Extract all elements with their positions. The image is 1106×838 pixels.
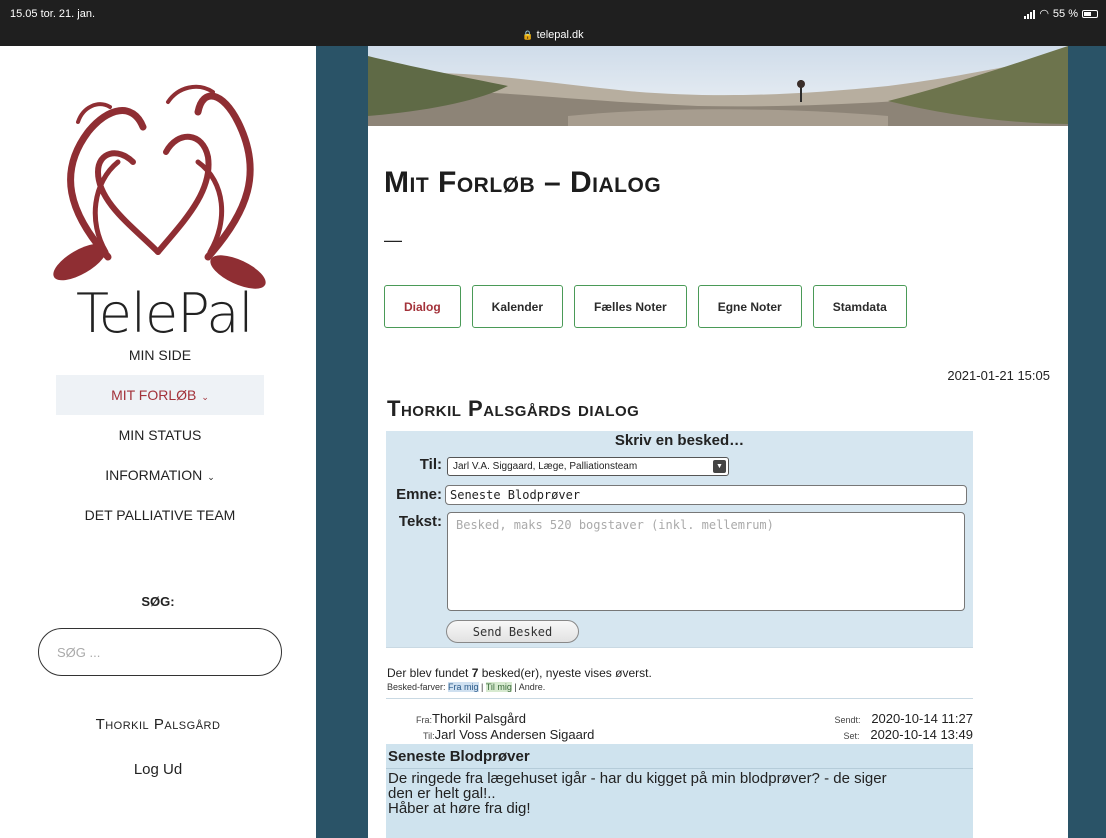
status-indicators: ◠ 55 % xyxy=(1024,7,1098,20)
tekst-label: Tekst: xyxy=(398,513,442,530)
message-item: Seneste Blodprøver De ringede fra lægehu… xyxy=(386,744,973,838)
from-value: Thorkil Palsgård xyxy=(432,711,526,726)
message-divider xyxy=(386,768,973,769)
message-from: Fra:Thorkil Palsgård xyxy=(416,711,526,726)
nav-min-status[interactable]: MIN STATUS xyxy=(56,415,264,455)
address-bar[interactable]: 🔒 telepal.dk xyxy=(0,29,1106,41)
colors-prefix: Besked-farver: xyxy=(387,682,449,692)
tab-bar: Dialog Kalender Fælles Noter Egne Noter … xyxy=(384,285,907,328)
search-label: SØG: xyxy=(141,594,175,609)
sent-value: 2020-10-14 11:27 xyxy=(871,711,973,726)
message-subject: Seneste Blodprøver xyxy=(388,748,530,765)
nav-information[interactable]: INFORMATION ⌄ xyxy=(56,455,264,495)
nav-min-side[interactable]: MIN SIDE xyxy=(56,335,264,375)
tab-kalender[interactable]: Kalender xyxy=(471,285,564,328)
main-nav: MIN SIDE MIT FORLØB ⌄ MIN STATUS INFORMAT… xyxy=(0,335,316,535)
message-seen: Set: 2020-10-14 13:49 xyxy=(843,727,973,742)
subject-input[interactable] xyxy=(445,485,967,505)
recipient-value: Jarl V.A. Siggaard, Læge, Palliationstea… xyxy=(453,461,638,472)
status-time: 15.05 tor. 21. jan. xyxy=(10,8,96,20)
message-sent: Sendt: 2020-10-14 11:27 xyxy=(834,711,973,726)
colors-others: | Andre. xyxy=(511,682,546,692)
message-meta: Fra:Thorkil Palsgård Til:Jarl Voss Ander… xyxy=(386,711,973,743)
title-dash: — xyxy=(384,230,402,250)
from-label: Fra: xyxy=(416,715,433,725)
header-banner-image xyxy=(368,46,1068,126)
chevron-down-icon: ⌄ xyxy=(201,392,209,402)
nav-det-palliative-team[interactable]: DET PALLIATIVE TEAM xyxy=(56,495,264,535)
message-body: De ringede fra lægehuset igår - har du k… xyxy=(388,770,887,817)
main-content: Mit Forløb – Dialog — Dialog Kalender Fæ… xyxy=(368,46,1068,838)
tab-stamdata[interactable]: Stamdata xyxy=(812,285,907,328)
seen-label: Set: xyxy=(843,731,860,741)
dropdown-arrow-icon: ▼ xyxy=(713,460,726,473)
nav-label: MIN STATUS xyxy=(118,427,202,443)
lock-icon: 🔒 xyxy=(522,30,534,40)
color-to-me: Til mig xyxy=(485,682,512,692)
battery-percent: 55 % xyxy=(1052,7,1078,20)
page-title: Mit Forløb – Dialog xyxy=(384,166,662,199)
to-label: Til: xyxy=(423,731,435,741)
address-url: telepal.dk xyxy=(536,29,584,41)
nav-mit-forloeb[interactable]: MIT FORLØB ⌄ xyxy=(56,375,264,415)
til-label: Til: xyxy=(419,456,442,473)
messages-found-text: Der blev fundet 7 besked(er), nyeste vis… xyxy=(387,666,652,680)
nav-label: INFORMATION xyxy=(105,467,203,483)
dialog-title: Thorkil Palsgårds dialog xyxy=(387,396,640,421)
user-name: Thorkil Palsgård xyxy=(95,716,221,733)
message-color-legend: Besked-farver: Fra mig | Til mig | Andre… xyxy=(387,682,545,692)
message-to: Til:Jarl Voss Andersen Sigaard xyxy=(423,727,594,742)
message-form: Skriv en besked… Til: Jarl V.A. Siggaard… xyxy=(386,431,973,648)
chevron-down-icon: ⌄ xyxy=(207,472,215,482)
telepal-logo[interactable] xyxy=(38,62,278,312)
sidebar: TelePal MIN SIDE MIT FORLØB ⌄ MIN STATUS … xyxy=(0,46,316,838)
signal-icon xyxy=(1024,9,1036,19)
recipient-select[interactable]: Jarl V.A. Siggaard, Læge, Palliationstea… xyxy=(447,457,729,476)
found-suffix: besked(er), nyeste vises øverst. xyxy=(478,666,652,680)
tab-egne-noter[interactable]: Egne Noter xyxy=(697,285,802,328)
nav-label: MIN SIDE xyxy=(128,347,192,363)
wifi-icon: ◠ xyxy=(1039,8,1049,20)
found-prefix: Der blev fundet xyxy=(387,666,472,680)
battery-icon xyxy=(1082,9,1098,18)
color-from-me: Fra mig xyxy=(448,682,479,692)
sent-label: Sendt: xyxy=(834,715,861,725)
seen-value: 2020-10-14 13:49 xyxy=(870,727,973,742)
divider xyxy=(386,698,973,699)
logout-link[interactable]: Log Ud xyxy=(0,761,316,778)
form-heading: Skriv en besked… xyxy=(614,432,745,449)
tab-faelles-noter[interactable]: Fælles Noter xyxy=(574,285,687,328)
search-input[interactable] xyxy=(38,628,282,676)
tab-dialog[interactable]: Dialog xyxy=(384,285,461,328)
send-button[interactable]: Send Besked xyxy=(446,620,579,643)
message-textarea[interactable] xyxy=(447,512,965,611)
to-value: Jarl Voss Andersen Sigaard xyxy=(434,727,595,742)
nav-label: DET PALLIATIVE TEAM xyxy=(84,507,236,523)
colors-sep: | xyxy=(478,682,486,692)
status-bar: 15.05 tor. 21. jan. 🔒 telepal.dk ◠ 55 % xyxy=(0,0,1106,46)
current-datetime: 2021-01-21 15:05 xyxy=(947,368,1050,383)
emne-label: Emne: xyxy=(396,486,442,503)
nav-label: MIT FORLØB xyxy=(111,387,197,403)
